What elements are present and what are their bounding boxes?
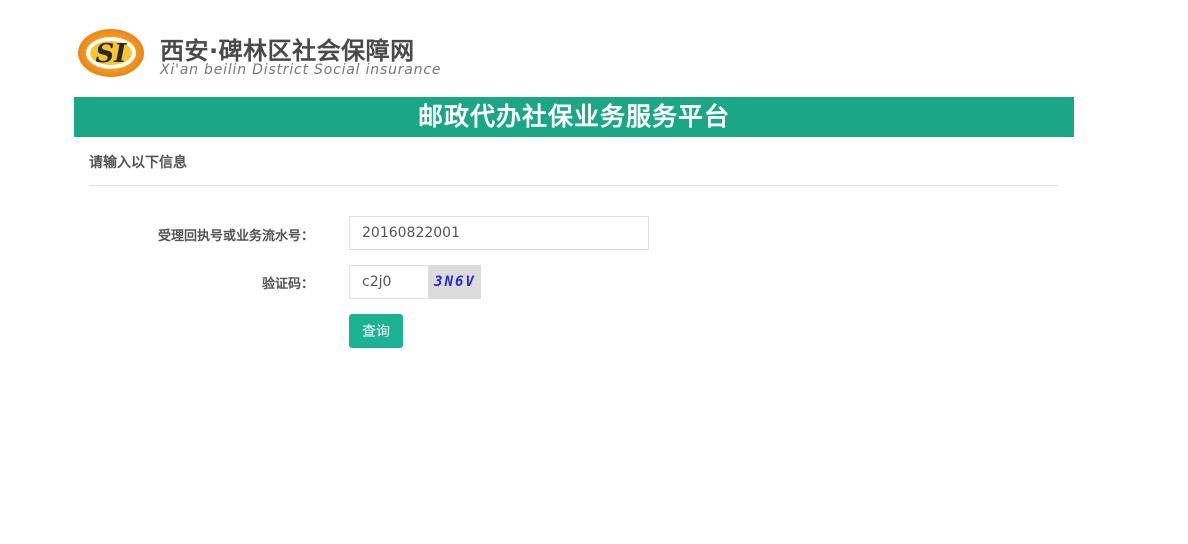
serial-number-label: 受理回执号或业务流水号： [157,229,314,244]
site-subtitle: Xi'an beilin District Social insurance [160,62,442,78]
si-logo-icon: SI [78,29,144,77]
captcha-image[interactable]: 3N6V [429,265,481,299]
section-title: 请输入以下信息 [89,137,1059,186]
site-title: 西安·碑林区社会保障网 [160,37,415,65]
serial-number-input[interactable] [349,216,649,250]
captcha-input[interactable] [349,265,429,299]
site-header: SI 西安·碑林区社会保障网 Xi'an beilin District Soc… [74,24,474,82]
query-button[interactable]: 查询 [349,314,403,348]
captcha-label: 验证码： [261,277,314,292]
svg-text:SI: SI [96,39,128,69]
query-panel: 请输入以下信息 [89,137,1059,186]
platform-banner: 邮政代办社保业务服务平台 [74,97,1074,137]
